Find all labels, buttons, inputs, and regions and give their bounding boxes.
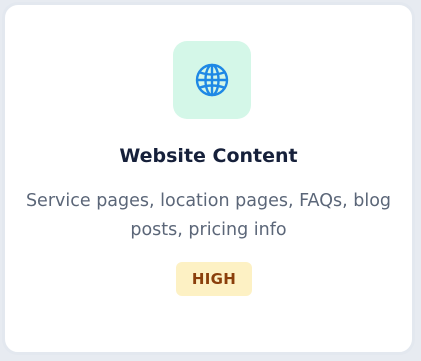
globe-icon [192, 60, 232, 100]
content-source-card: Website Content Service pages, location … [2, 2, 415, 355]
card-title: Website Content [119, 145, 298, 167]
priority-badge: HIGH [176, 262, 252, 296]
icon-tile [173, 41, 251, 119]
card-description: Service pages, location pages, FAQs, blo… [25, 191, 392, 240]
